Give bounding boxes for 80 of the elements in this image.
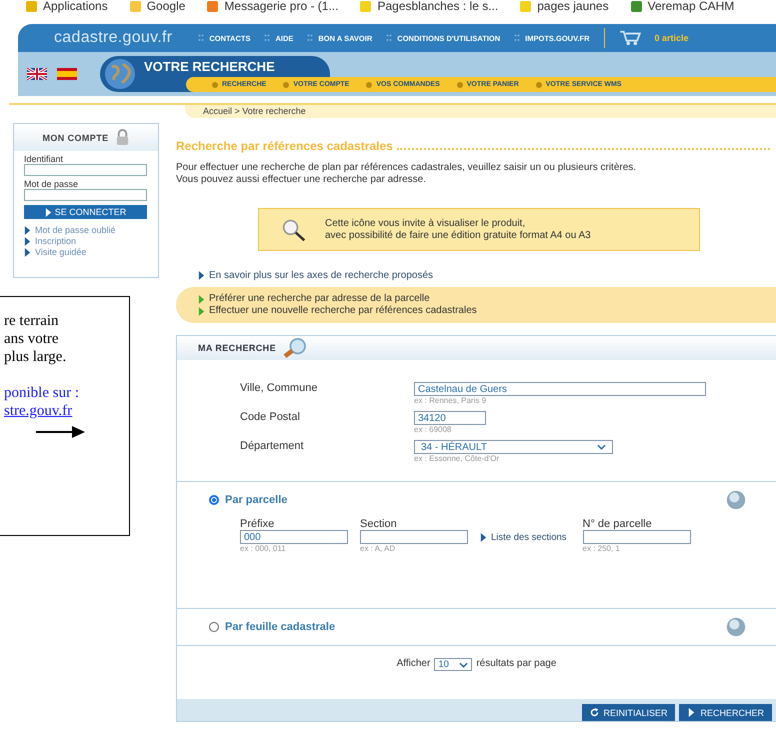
field-label: Code Postal bbox=[240, 411, 301, 425]
dots-icon bbox=[198, 34, 204, 42]
intro-text: Vous pouvez aussi effectuer une recherche par adresse. bbox=[176, 174, 427, 186]
per-page-label: Afficher bbox=[396, 658, 430, 669]
chevron-icon bbox=[198, 271, 205, 280]
per-page-dropdown[interactable]: 10 bbox=[434, 658, 472, 671]
note-text: ans votre bbox=[4, 330, 60, 348]
dots-icon bbox=[386, 34, 392, 42]
search-button[interactable]: RECHERCHER bbox=[679, 704, 772, 721]
more-info-link[interactable]: En savoir plus sur les axes de recherche proposés bbox=[198, 270, 434, 281]
intro-text: Pour effectuer une recherche de plan par références cadastrales, veuillez saisir un ou plusieurs critères. bbox=[176, 162, 638, 174]
account-title: MON COMPTE bbox=[42, 132, 108, 142]
chevron-icon bbox=[687, 708, 696, 717]
dots-icon bbox=[264, 34, 270, 42]
bookmark[interactable]: Pagesblanches : le s... bbox=[360, 0, 498, 13]
note-text: ponible sur : bbox=[4, 384, 80, 402]
radio-button[interactable] bbox=[209, 495, 219, 505]
input-field[interactable]: 000 bbox=[240, 530, 348, 544]
info-text: avec possibilité de faire une édition gratuite format A4 ou A3 bbox=[325, 230, 591, 242]
bookmark[interactable]: Google bbox=[130, 0, 186, 13]
field-hint: ex : 000, 011 bbox=[240, 544, 287, 554]
breadcrumb[interactable]: Accueil > Votre recherche bbox=[185, 105, 776, 118]
note-text: plus large. bbox=[4, 348, 68, 366]
spain-flag-icon[interactable] bbox=[57, 68, 77, 80]
dots-icon bbox=[307, 34, 314, 42]
account-link[interactable]: Mot de passe oublié bbox=[24, 225, 158, 236]
alternative-search-link[interactable]: Effectuer une nouvelle recherche par références cadastrales bbox=[198, 305, 477, 317]
field-hint: ex : Essonne, Côte-d'Or bbox=[414, 454, 500, 464]
bookmark[interactable]: Applications bbox=[26, 0, 108, 13]
field-hint: ex : Rennes, Paris 9 bbox=[414, 396, 488, 406]
chevron-icon bbox=[44, 208, 52, 216]
input-field[interactable] bbox=[24, 164, 147, 176]
field-label: Préfixe bbox=[240, 518, 276, 530]
section-title: VOTRE RECHERCHE bbox=[144, 59, 275, 74]
field-label: Identifiant bbox=[24, 154, 64, 164]
field-label: Département bbox=[240, 440, 305, 454]
bookmark[interactable]: pages jaunes bbox=[520, 0, 609, 13]
field-hint: ex : A, AD bbox=[360, 544, 396, 554]
dots-icon bbox=[514, 34, 520, 42]
field-label: N° de parcelle bbox=[582, 518, 653, 530]
chevron-down-icon bbox=[459, 662, 468, 668]
per-page-label: résultats par page bbox=[476, 658, 556, 669]
uk-flag-icon[interactable] bbox=[27, 68, 47, 80]
input-field[interactable] bbox=[582, 530, 691, 544]
arrow-icon bbox=[36, 424, 86, 440]
note-text: re terrain bbox=[4, 312, 60, 330]
input-field[interactable]: 34120 bbox=[414, 411, 486, 425]
account-link[interactable]: Inscription bbox=[24, 236, 158, 247]
bookmark[interactable]: Veremap CAHM bbox=[630, 0, 734, 13]
field-hint: ex : 69008 bbox=[414, 425, 452, 435]
input-field[interactable]: Castelnau de Guers bbox=[414, 382, 706, 396]
page-title: Recherche par références cadastrales bbox=[176, 139, 393, 153]
radio-label[interactable]: Par parcelle bbox=[225, 494, 726, 506]
panel-title: MA RECHERCHE bbox=[198, 343, 276, 353]
field-hint: ex : 250, 1 bbox=[582, 544, 621, 554]
reset-button[interactable]: REINITIALISER bbox=[582, 704, 676, 721]
chevron-icon bbox=[480, 532, 487, 542]
refresh-icon bbox=[590, 708, 600, 717]
radio-label[interactable]: Par feuille cadastrale bbox=[225, 621, 726, 633]
account-link[interactable]: Visite guidée bbox=[24, 247, 158, 258]
sections-list-link[interactable]: Liste des sections bbox=[480, 532, 567, 542]
input-field[interactable] bbox=[360, 530, 468, 544]
alternative-search-link[interactable]: Préférer une recherche par adresse de la parcelle bbox=[198, 293, 430, 305]
cart-icon[interactable] bbox=[618, 30, 640, 46]
dropdown[interactable]: 34 - HÉRAULT bbox=[414, 440, 613, 454]
field-label: Ville, Commune bbox=[240, 382, 318, 396]
site-logo[interactable]: cadastre.gouv.fr bbox=[54, 29, 172, 47]
field-label: Section bbox=[360, 518, 398, 530]
chevron-down-icon bbox=[597, 444, 606, 450]
info-text: Cette icône vous invite à visualiser le produit, bbox=[325, 218, 526, 230]
bookmark[interactable]: Messagerie pro - (1... bbox=[207, 0, 338, 13]
padlock-icon bbox=[114, 129, 130, 146]
note-link[interactable]: stre.gouv.fr bbox=[4, 402, 72, 420]
radio-button[interactable] bbox=[209, 622, 219, 632]
magnifier-icon bbox=[281, 218, 307, 242]
magnifier-icon bbox=[282, 338, 308, 358]
login-button[interactable]: SE CONNECTER bbox=[24, 205, 147, 219]
field-label: Mot de passe bbox=[24, 179, 80, 189]
input-field[interactable] bbox=[24, 189, 147, 201]
cart-count[interactable]: 0 article bbox=[654, 33, 689, 43]
